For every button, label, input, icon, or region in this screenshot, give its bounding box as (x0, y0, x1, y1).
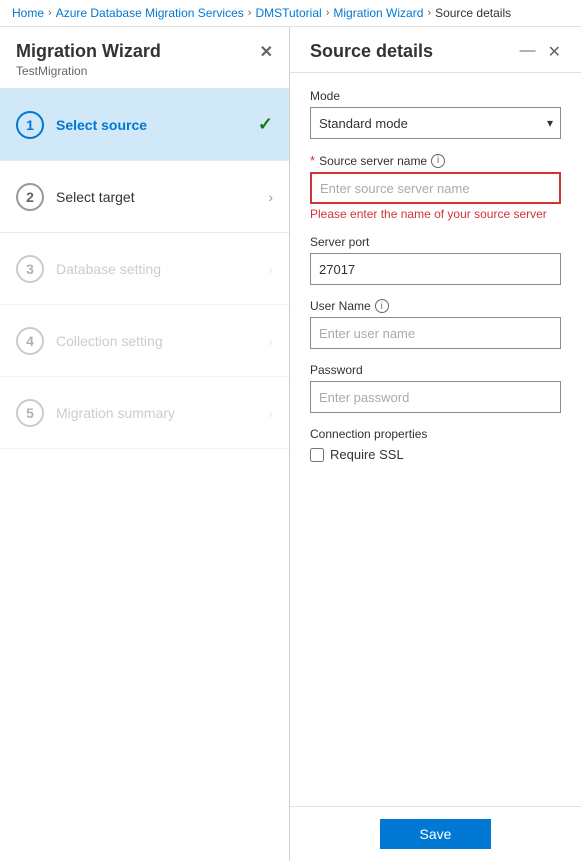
server-port-input[interactable] (310, 253, 561, 285)
step-label-2: Select target (56, 189, 268, 205)
require-ssl-row: Require SSL (310, 447, 561, 462)
breadcrumb-home[interactable]: Home (12, 6, 44, 20)
server-name-info-icon[interactable]: i (431, 154, 445, 168)
step-label-1: Select source (56, 117, 258, 133)
wizard-step-5: 5 Migration summary › (0, 377, 289, 449)
server-name-group: Source server name i Please enter the na… (310, 153, 561, 221)
password-input[interactable] (310, 381, 561, 413)
password-label: Password (310, 363, 561, 377)
wizard-close-button[interactable]: ✕ (260, 42, 273, 62)
left-panel: Migration Wizard ✕ TestMigration 1 Selec… (0, 27, 290, 861)
breadcrumb-migration-wizard[interactable]: Migration Wizard (333, 6, 423, 20)
sep-2: › (248, 7, 252, 19)
server-port-group: Server port (310, 235, 561, 285)
wizard-step-4: 4 Collection setting › (0, 305, 289, 377)
step-label-4: Collection setting (56, 333, 268, 349)
step-number-1: 1 (16, 111, 44, 139)
source-details-title: Source details (310, 41, 433, 62)
wizard-step-2[interactable]: 2 Select target › (0, 161, 289, 233)
step-number-2: 2 (16, 183, 44, 211)
step-chevron-icon-3: › (268, 261, 273, 277)
sep-4: › (427, 7, 431, 19)
username-input[interactable] (310, 317, 561, 349)
right-content: Mode Standard mode Expert mode ▾ Source … (290, 73, 581, 806)
mode-label: Mode (310, 89, 561, 103)
connection-props-group: Connection properties Require SSL (310, 427, 561, 462)
username-label: User Name i (310, 299, 561, 313)
step-number-4: 4 (16, 327, 44, 355)
wizard-step-1[interactable]: 1 Select source ✓ (0, 89, 289, 161)
save-button[interactable]: Save (380, 819, 492, 849)
password-group: Password (310, 363, 561, 413)
require-ssl-checkbox[interactable] (310, 448, 324, 462)
right-header: Source details — ✕ (290, 27, 581, 73)
step-chevron-icon-4: › (268, 333, 273, 349)
sep-1: › (48, 7, 52, 19)
breadcrumb: Home › Azure Database Migration Services… (0, 0, 581, 27)
right-panel: Source details — ✕ Mode Standard mode Ex… (290, 27, 581, 861)
server-port-label: Server port (310, 235, 561, 249)
mode-select[interactable]: Standard mode Expert mode (310, 107, 561, 139)
step-chevron-icon-5: › (268, 405, 273, 421)
breadcrumb-dmstutorial[interactable]: DMSTutorial (255, 6, 321, 20)
window-minimize-button[interactable]: — (520, 42, 536, 62)
username-group: User Name i (310, 299, 561, 349)
connection-props-label: Connection properties (310, 427, 561, 441)
window-close-button[interactable]: ✕ (548, 42, 561, 62)
require-ssl-label[interactable]: Require SSL (330, 447, 404, 462)
username-info-icon[interactable]: i (375, 299, 389, 313)
step-number-3: 3 (16, 255, 44, 283)
server-name-label: Source server name i (310, 153, 561, 168)
right-footer: Save (290, 806, 581, 861)
step-chevron-icon-2: › (268, 189, 273, 205)
breadcrumb-source-details: Source details (435, 6, 511, 20)
step-check-icon-1: ✓ (258, 114, 273, 135)
server-name-input[interactable] (310, 172, 561, 204)
step-label-3: Database setting (56, 261, 268, 277)
mode-group: Mode Standard mode Expert mode ▾ (310, 89, 561, 139)
wizard-subtitle: TestMigration (16, 64, 273, 78)
mode-select-wrapper: Standard mode Expert mode ▾ (310, 107, 561, 139)
wizard-steps: 1 Select source ✓ 2 Select target › 3 Da… (0, 89, 289, 861)
breadcrumb-dms[interactable]: Azure Database Migration Services (56, 6, 244, 20)
wizard-header: Migration Wizard ✕ TestMigration (0, 27, 289, 89)
main-container: Migration Wizard ✕ TestMigration 1 Selec… (0, 27, 581, 861)
sep-3: › (326, 7, 330, 19)
step-number-5: 5 (16, 399, 44, 427)
wizard-step-3: 3 Database setting › (0, 233, 289, 305)
window-controls: — ✕ (520, 42, 561, 62)
step-label-5: Migration summary (56, 405, 268, 421)
server-name-error-message: Please enter the name of your source ser… (310, 207, 561, 221)
wizard-title: Migration Wizard (16, 41, 161, 62)
